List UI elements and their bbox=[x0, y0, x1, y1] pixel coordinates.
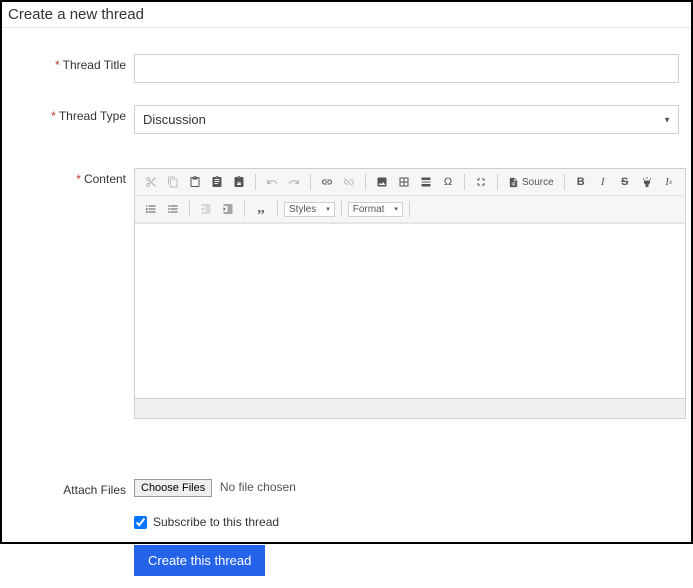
row-content: *Content bbox=[14, 168, 679, 419]
chevron-down-icon: ▾ bbox=[326, 205, 330, 213]
blockquote-icon[interactable]: ,, bbox=[251, 199, 271, 219]
label-thread-type: *Thread Type bbox=[14, 105, 126, 123]
special-char-icon[interactable]: Ω bbox=[438, 172, 458, 192]
link-icon[interactable] bbox=[317, 172, 337, 192]
bulleted-list-icon[interactable] bbox=[163, 199, 183, 219]
format-label: Format bbox=[353, 204, 385, 215]
toolbar-row-1: Ω Source B I S Ix bbox=[135, 169, 685, 196]
row-submit: Create this thread bbox=[14, 545, 679, 576]
source-label: Source bbox=[522, 177, 554, 188]
chevron-down-icon: ▾ bbox=[394, 205, 398, 213]
styles-label: Styles bbox=[289, 204, 316, 215]
file-status-text: No file chosen bbox=[220, 480, 296, 494]
toolbar-divider bbox=[497, 174, 498, 190]
thread-type-value: Discussion bbox=[134, 105, 679, 134]
toolbar-divider bbox=[189, 201, 190, 217]
label-attach-files-text: Attach Files bbox=[63, 483, 126, 497]
toolbar-divider bbox=[244, 201, 245, 217]
paste-icon[interactable] bbox=[185, 172, 205, 192]
row-attach-files: Attach Files Choose Files No file chosen bbox=[14, 479, 679, 497]
thread-title-input[interactable] bbox=[134, 54, 679, 83]
row-thread-type: *Thread Type Discussion ▼ bbox=[14, 105, 679, 134]
maximize-icon[interactable] bbox=[471, 172, 491, 192]
styles-select[interactable]: Styles ▾ bbox=[284, 202, 335, 217]
editor-footer bbox=[135, 398, 685, 418]
numbered-list-icon[interactable] bbox=[141, 199, 161, 219]
required-marker: * bbox=[55, 58, 60, 72]
toolbar-divider bbox=[564, 174, 565, 190]
undo-icon[interactable] bbox=[262, 172, 282, 192]
indent-icon[interactable] bbox=[218, 199, 238, 219]
italic-icon[interactable]: I bbox=[593, 172, 613, 192]
cut-icon[interactable] bbox=[141, 172, 161, 192]
toolbar-divider bbox=[464, 174, 465, 190]
strike-icon[interactable]: S bbox=[615, 172, 635, 192]
format-select[interactable]: Format ▾ bbox=[348, 202, 403, 217]
label-thread-title: *Thread Title bbox=[14, 54, 126, 72]
unlink-icon[interactable] bbox=[339, 172, 359, 192]
row-thread-title: *Thread Title bbox=[14, 54, 679, 83]
required-marker: * bbox=[76, 172, 81, 186]
toolbar-divider bbox=[255, 174, 256, 190]
toolbar-divider bbox=[409, 201, 410, 217]
copy-icon[interactable] bbox=[163, 172, 183, 192]
toolbar-divider bbox=[310, 174, 311, 190]
subscribe-checkbox[interactable] bbox=[134, 516, 147, 529]
hr-icon[interactable] bbox=[416, 172, 436, 192]
bold-icon[interactable]: B bbox=[571, 172, 591, 192]
image-icon[interactable] bbox=[372, 172, 392, 192]
label-content-text: Content bbox=[84, 172, 126, 186]
toolbar-row-2: ,, Styles ▾ Format ▾ bbox=[135, 196, 685, 223]
remove-format-icon[interactable]: Ix bbox=[659, 172, 679, 192]
toolbar-divider bbox=[341, 201, 342, 217]
form-container: *Thread Title *Thread Type Discussion ▼ … bbox=[2, 28, 691, 588]
table-icon[interactable] bbox=[394, 172, 414, 192]
label-thread-title-text: Thread Title bbox=[63, 58, 126, 72]
label-attach-files: Attach Files bbox=[14, 479, 126, 497]
page-title: Create a new thread bbox=[2, 2, 691, 28]
content-editor: Ω Source B I S Ix bbox=[134, 168, 686, 419]
highlight-icon[interactable] bbox=[637, 172, 657, 192]
paste-text-icon[interactable] bbox=[207, 172, 227, 192]
paste-word-icon[interactable] bbox=[229, 172, 249, 192]
row-subscribe: Subscribe to this thread bbox=[14, 515, 679, 529]
thread-type-select[interactable]: Discussion ▼ bbox=[134, 105, 679, 134]
outdent-icon[interactable] bbox=[196, 199, 216, 219]
redo-icon[interactable] bbox=[284, 172, 304, 192]
toolbar-divider bbox=[365, 174, 366, 190]
required-marker: * bbox=[51, 109, 56, 123]
editor-body[interactable] bbox=[135, 223, 685, 398]
label-thread-type-text: Thread Type bbox=[59, 109, 126, 123]
subscribe-text: Subscribe to this thread bbox=[153, 515, 279, 529]
toolbar-divider bbox=[277, 201, 278, 217]
subscribe-checkbox-label[interactable]: Subscribe to this thread bbox=[134, 515, 679, 529]
label-content: *Content bbox=[14, 168, 126, 186]
create-thread-button[interactable]: Create this thread bbox=[134, 545, 265, 576]
source-button[interactable]: Source bbox=[504, 175, 558, 190]
choose-files-button[interactable]: Choose Files bbox=[134, 479, 212, 497]
